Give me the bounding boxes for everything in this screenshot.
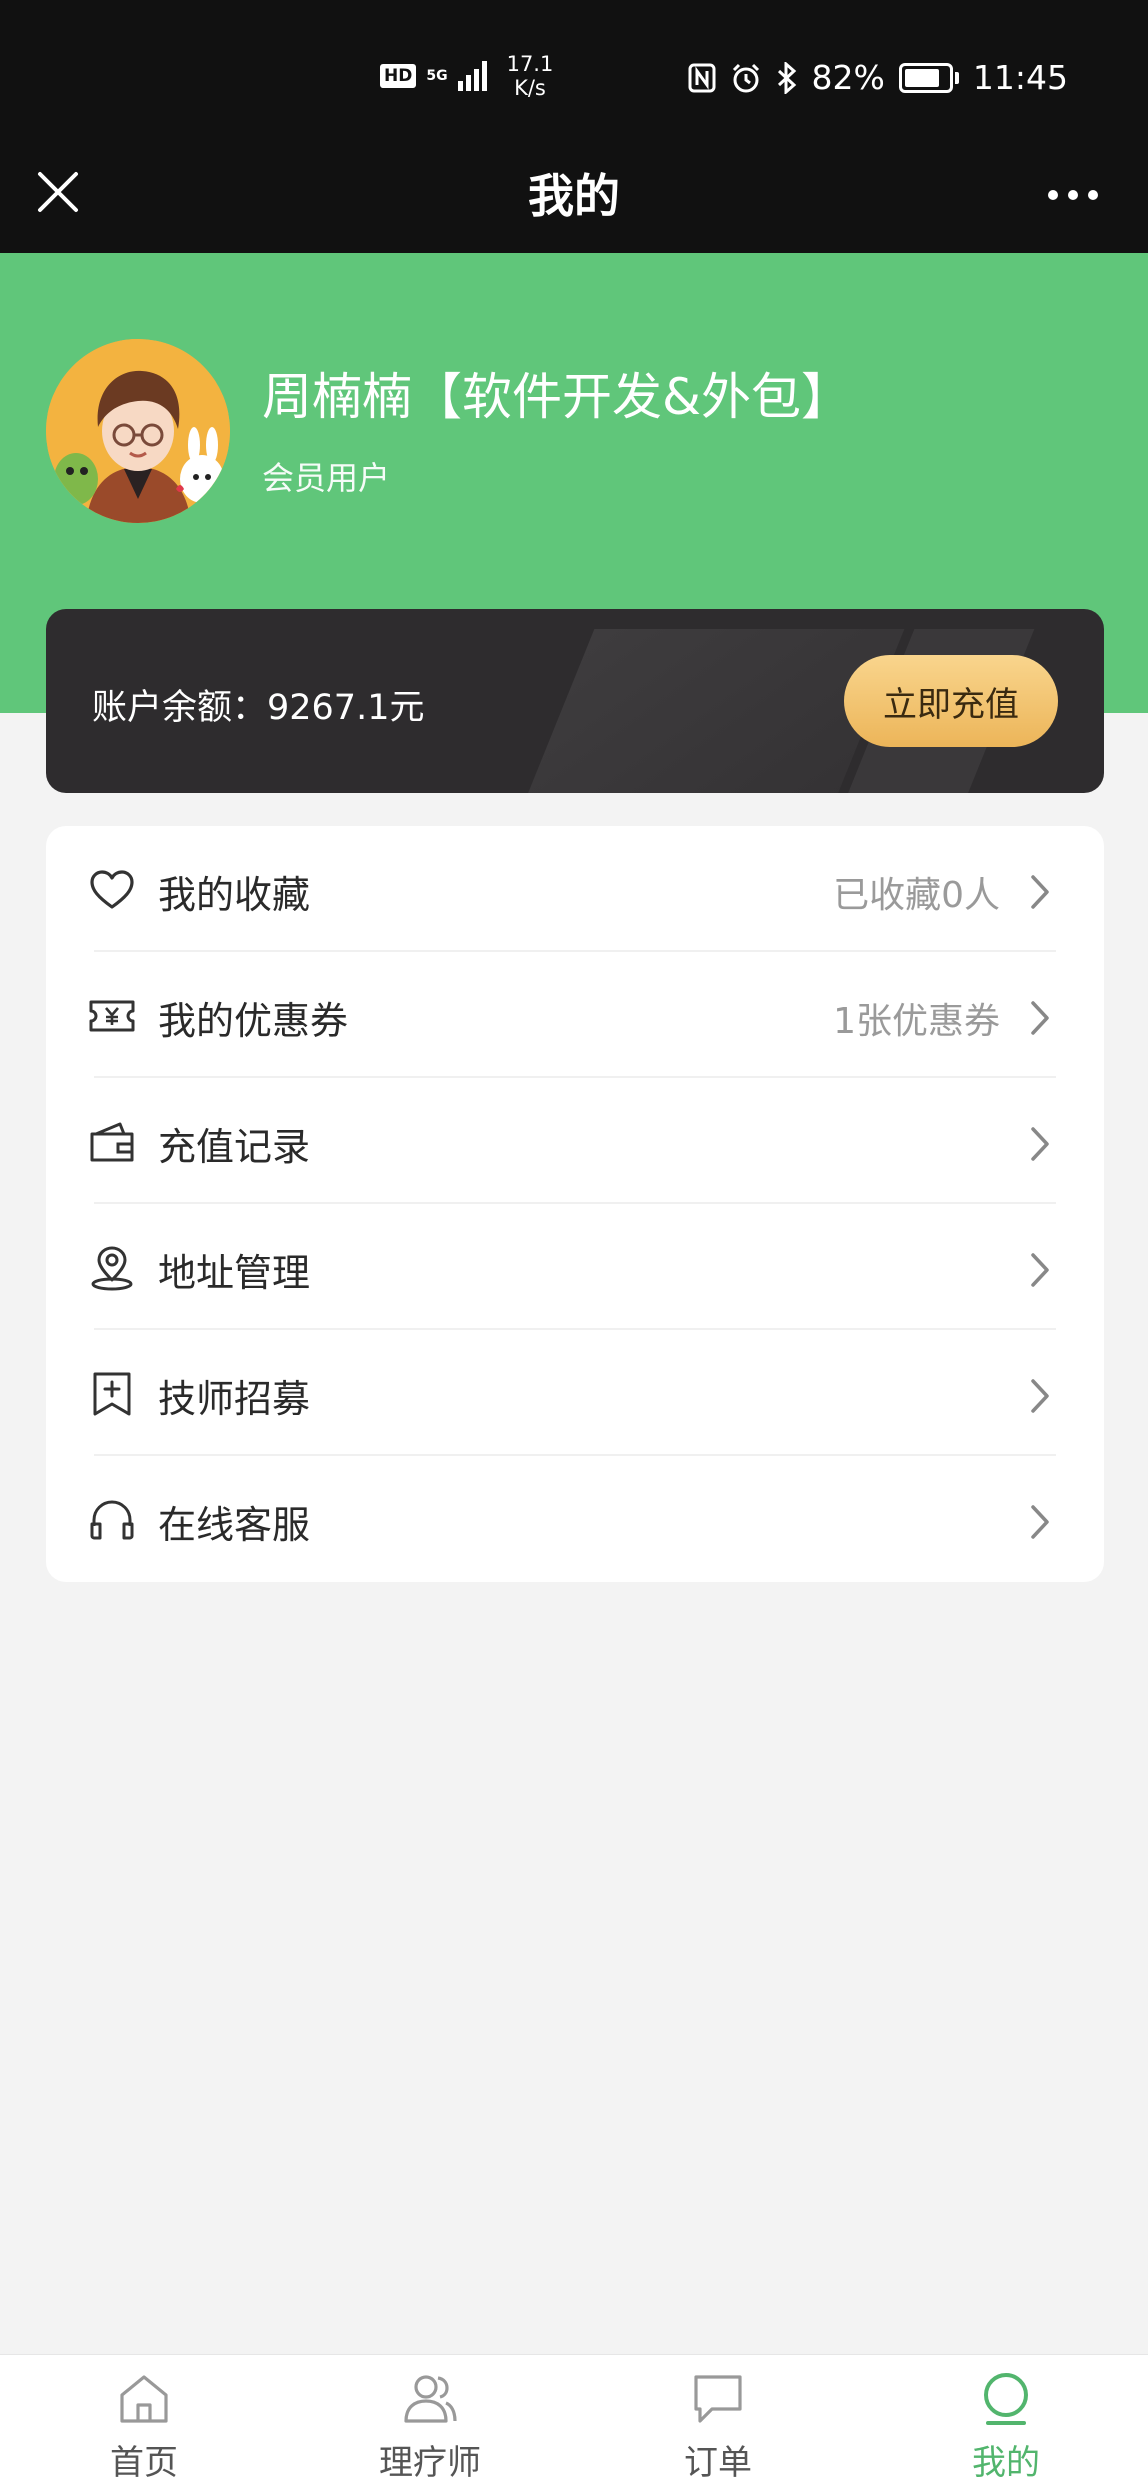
menu-item-technician-recruitment[interactable]: 技师招募 <box>46 1330 1104 1456</box>
more-dot-icon <box>1068 190 1078 200</box>
recharge-button[interactable]: 立即充值 <box>844 655 1058 747</box>
chevron-right-icon <box>1031 1505 1049 1539</box>
recruit-bookmark-icon <box>93 1372 131 1416</box>
network-speed-unit: K/s <box>514 76 546 100</box>
more-options-button[interactable] <box>1038 170 1108 220</box>
chevron-right-icon <box>1031 1379 1049 1413</box>
avatar-illustration <box>46 339 230 523</box>
coupon-icon <box>89 1000 135 1032</box>
nfc-icon <box>688 63 716 93</box>
network-type: 5G <box>426 68 448 84</box>
avatar[interactable] <box>46 339 230 523</box>
network-speed: 17.1 K/s <box>507 52 554 100</box>
more-dot-icon <box>1088 190 1098 200</box>
more-dot-icon <box>1048 190 1058 200</box>
tab-orders[interactable]: 订单 <box>618 2355 818 2492</box>
alarm-icon <box>730 62 762 94</box>
menu-item-address[interactable]: 地址管理 <box>46 1204 1104 1330</box>
menu-item-favorites[interactable]: 我的收藏 已收藏0人 <box>46 826 1104 952</box>
menu-list: 我的收藏 已收藏0人 我的优惠券 1张优惠券 充值记录 地址管理 技师招募 在线… <box>46 826 1104 1582</box>
bluetooth-icon <box>776 61 798 94</box>
menu-item-label: 充值记录 <box>158 1125 311 1169</box>
chevron-right-icon <box>1031 1127 1049 1161</box>
menu-item-label: 在线客服 <box>158 1503 311 1547</box>
heart-icon <box>90 870 134 909</box>
wallet-icon <box>90 1122 134 1162</box>
user-name: 周楠楠【软件开发&外包】 <box>262 368 851 426</box>
nav-bar: 我的 <box>0 150 1148 253</box>
tab-label: 我的 <box>972 2443 1040 2483</box>
tab-label: 理疗师 <box>379 2443 481 2483</box>
page-title: 我的 <box>528 169 620 223</box>
location-icon <box>91 1246 133 1291</box>
bottom-tab-bar: 首页 理疗师 订单 我的 <box>0 2354 1148 2492</box>
menu-item-label: 我的收藏 <box>158 873 311 917</box>
status-bar: HD 5G 17.1 K/s 82% 11:45 <box>0 0 1148 150</box>
membership-label: 会员用户 <box>262 459 391 497</box>
tab-label: 首页 <box>110 2443 178 2483</box>
tab-profile[interactable]: 我的 <box>906 2355 1106 2492</box>
tab-label: 订单 <box>684 2443 752 2483</box>
headset-icon <box>90 1500 134 1540</box>
signal-icon <box>457 61 487 91</box>
menu-item-label: 地址管理 <box>158 1251 311 1295</box>
menu-item-recharge-history[interactable]: 充值记录 <box>46 1078 1104 1204</box>
clock: 11:45 <box>972 58 1068 97</box>
battery-percent: 82% <box>811 58 885 97</box>
therapist-icon <box>404 2375 457 2423</box>
status-left-group: HD 5G 17.1 K/s <box>380 52 553 100</box>
chevron-right-icon <box>1031 1001 1049 1035</box>
account-balance: 账户余额：9267.1元 <box>92 688 425 728</box>
tab-home[interactable]: 首页 <box>44 2355 244 2492</box>
menu-item-customer-service[interactable]: 在线客服 <box>46 1456 1104 1582</box>
menu-item-value: 1张优惠券 <box>833 1001 1000 1042</box>
menu-item-label: 我的优惠券 <box>158 999 349 1043</box>
tab-therapist[interactable]: 理疗师 <box>330 2355 530 2492</box>
menu-item-coupons[interactable]: 我的优惠券 1张优惠券 <box>46 952 1104 1078</box>
chevron-right-icon <box>1031 1253 1049 1287</box>
network-speed-value: 17.1 <box>506 52 554 76</box>
status-right-group: 82% 11:45 <box>688 58 1068 97</box>
balance-card: 账户余额：9267.1元 立即充值 <box>46 609 1104 793</box>
menu-item-value: 已收藏0人 <box>833 875 1000 916</box>
profile-icon <box>984 2373 1028 2425</box>
hd-badge: HD <box>380 64 417 88</box>
order-chat-icon <box>694 2375 742 2423</box>
battery-icon <box>898 62 959 93</box>
menu-item-label: 技师招募 <box>158 1377 311 1421</box>
chevron-right-icon <box>1031 875 1049 909</box>
home-icon <box>120 2375 168 2423</box>
